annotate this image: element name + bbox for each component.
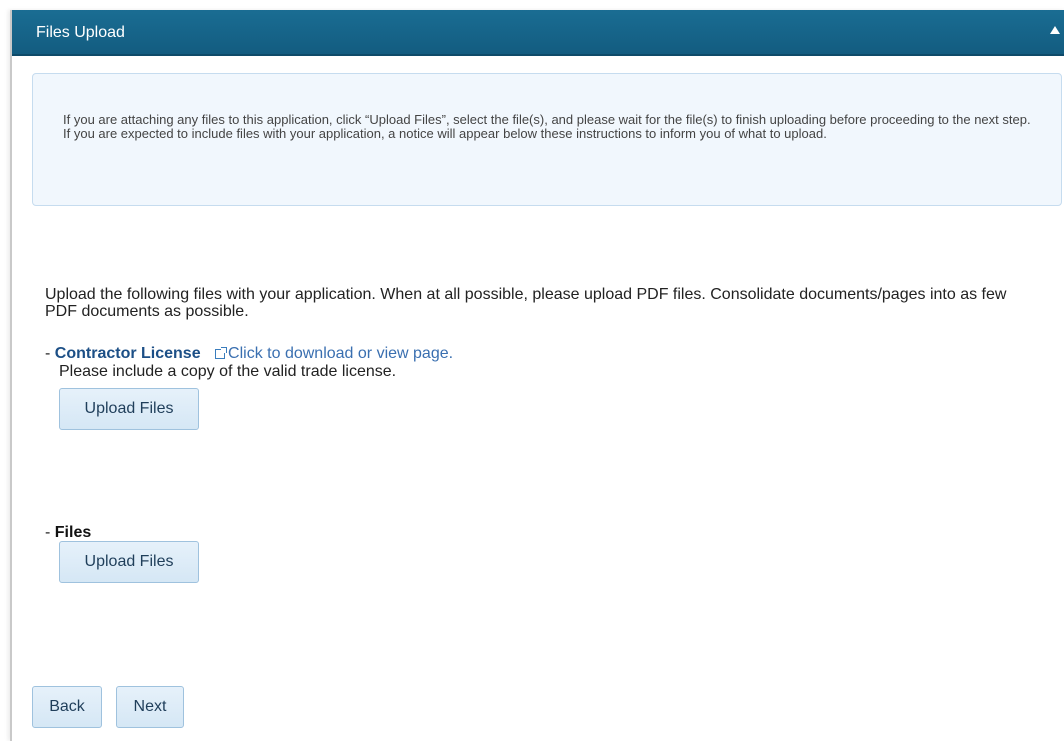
item-prefix: - (45, 345, 55, 362)
back-button[interactable]: Back (32, 686, 102, 728)
files-upload-panel: Files Upload If you are attaching any fi… (10, 10, 1064, 741)
panel-title: Files Upload (36, 24, 125, 41)
item-title: Files (54, 524, 92, 541)
panel-header[interactable]: Files Upload (12, 10, 1064, 56)
upload-files-button-files[interactable]: Upload Files (59, 541, 199, 583)
required-file-contractor-license: - Contractor License Click to download o… (45, 345, 453, 362)
instructions-line-1: If you are attaching any files to this a… (63, 112, 1031, 127)
item-title: Contractor License (54, 345, 201, 362)
item-note: Please include a copy of the valid trade… (59, 363, 397, 380)
download-link[interactable]: Click to download or view page. (228, 345, 453, 362)
instructions-line-2: If you are expected to include files wit… (63, 126, 827, 141)
required-file-files: - Files (45, 524, 91, 541)
external-link-icon[interactable] (215, 347, 228, 359)
item-prefix: - (45, 524, 55, 541)
instructions-box: If you are attaching any files to this a… (32, 73, 1062, 206)
upload-intro-text: Upload the following files with your app… (45, 286, 1007, 320)
next-button[interactable]: Next (116, 686, 184, 728)
upload-files-button-contractor-license[interactable]: Upload Files (59, 388, 199, 430)
caret-up-icon[interactable] (1050, 26, 1060, 34)
